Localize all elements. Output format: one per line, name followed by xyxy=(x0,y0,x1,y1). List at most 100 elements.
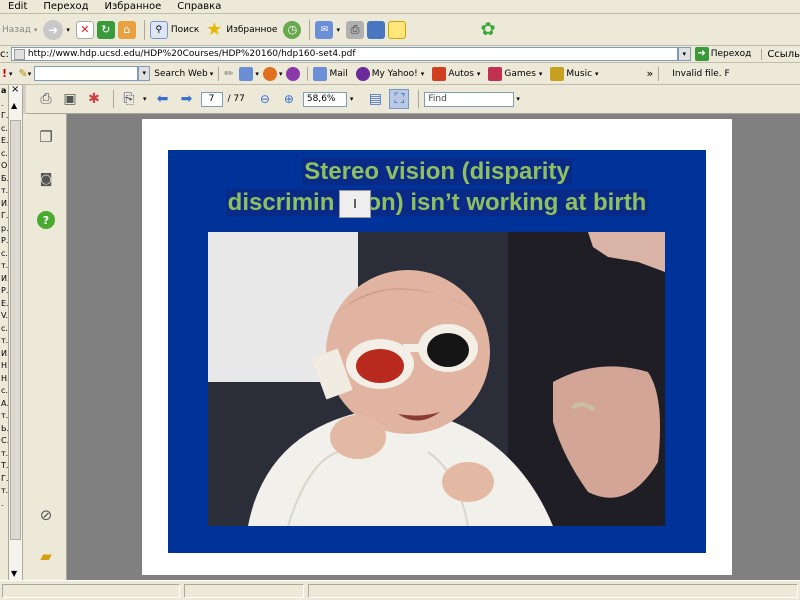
chevron-down-icon[interactable]: ▾ xyxy=(595,70,599,78)
chevron-down-icon[interactable]: ▾ xyxy=(143,95,147,103)
explorer-item[interactable]: Н. xyxy=(0,360,8,373)
weather-icon[interactable] xyxy=(262,66,277,81)
scroll-down-icon[interactable]: ▼ xyxy=(11,569,17,578)
go-button[interactable]: ➜ Переход xyxy=(694,47,751,61)
chevron-down-icon[interactable]: ▾ xyxy=(28,70,32,78)
zoom-in-icon[interactable]: ⊕ xyxy=(279,89,299,109)
search-web-input[interactable] xyxy=(34,66,139,81)
next-page-icon[interactable]: ➡ xyxy=(177,89,197,109)
print-icon[interactable]: ⎙ xyxy=(36,89,56,109)
explorer-item[interactable]: с. xyxy=(0,385,8,398)
chevron-down-icon[interactable]: ▾ xyxy=(539,70,543,78)
chevron-down-icon[interactable]: ▾ xyxy=(255,70,259,78)
explorer-item[interactable]: с. xyxy=(0,123,8,136)
chevron-down-icon[interactable]: ▾ xyxy=(421,70,425,78)
search-web-dropdown[interactable]: ▾ xyxy=(138,66,151,81)
history-icon[interactable]: ◷ xyxy=(283,20,302,39)
save-icon[interactable]: ▣ xyxy=(60,89,80,109)
document-viewport[interactable]: Stereo vision (disparity discrimin on) is… xyxy=(67,114,800,580)
explorer-item[interactable]: т. xyxy=(0,260,8,273)
chevron-down-icon[interactable]: ▾ xyxy=(336,26,340,34)
pages-icon[interactable]: ❐ xyxy=(37,128,55,146)
search-binoculars-icon[interactable]: ◙ xyxy=(37,170,55,188)
stop-icon[interactable]: ✕ xyxy=(75,20,94,39)
explorer-item[interactable]: И. xyxy=(0,273,8,286)
edit-icon[interactable] xyxy=(366,20,385,39)
scrollbar-thumb[interactable] xyxy=(10,120,21,540)
highlight-icon[interactable]: ✏ xyxy=(224,67,233,80)
find-input[interactable]: Find xyxy=(424,91,515,107)
explorer-item[interactable]: И. xyxy=(0,198,8,211)
explorer-item[interactable]: т. xyxy=(0,448,8,461)
explorer-item[interactable]: т. xyxy=(0,335,8,348)
link-games[interactable]: Games ▾ xyxy=(488,66,543,81)
comments-icon[interactable]: ▰ xyxy=(37,547,55,565)
explorer-item[interactable]: Т. xyxy=(0,460,8,473)
chevron-down-icon[interactable]: ▾ xyxy=(210,70,214,78)
zoom-level-select[interactable]: 58,6% xyxy=(302,91,347,107)
menu-item-help[interactable]: Справка xyxy=(169,1,229,12)
explorer-item[interactable]: Р. xyxy=(0,285,8,298)
explorer-item[interactable]: . xyxy=(0,498,8,511)
toolbar-overflow-icon[interactable]: » xyxy=(647,67,654,80)
explorer-item[interactable]: Ь. xyxy=(0,423,8,436)
explorer-item[interactable]: с. xyxy=(0,148,8,161)
home-icon[interactable]: ⌂ xyxy=(117,20,136,39)
chevron-down-icon[interactable]: ▾ xyxy=(516,95,520,103)
links-label[interactable]: Ссыль xyxy=(761,48,800,60)
mail-button[interactable]: ✉ ▾ xyxy=(315,20,340,39)
explorer-item[interactable]: А. xyxy=(0,398,8,411)
favorites-button[interactable]: ★ Избранное xyxy=(205,20,277,39)
link-my-yahoo[interactable]: My Yahoo! ▾ xyxy=(355,66,425,81)
explorer-item[interactable]: т. xyxy=(0,485,8,498)
explorer-item[interactable]: Н. xyxy=(0,373,8,386)
explorer-item[interactable]: т. xyxy=(0,410,8,423)
note-icon[interactable] xyxy=(387,20,406,39)
explorer-scrollbar[interactable]: × ▲ ▼ xyxy=(9,84,23,580)
explorer-item[interactable]: с. xyxy=(0,323,8,336)
chevron-down-icon[interactable]: ▾ xyxy=(279,70,283,78)
page-number-input[interactable]: 7 xyxy=(200,91,223,107)
menu-item-favorites[interactable]: Избранное xyxy=(97,1,170,12)
menu-item-edit[interactable]: Edit xyxy=(0,1,35,12)
address-dropdown-button[interactable]: ▾ xyxy=(677,47,691,61)
explorer-item[interactable]: Г. xyxy=(0,473,8,486)
explorer-item[interactable]: Е. xyxy=(0,135,8,148)
fit-page-icon[interactable]: ⛶ xyxy=(389,89,410,109)
explorer-item[interactable]: V. xyxy=(0,310,8,323)
explorer-item[interactable]: р. xyxy=(0,223,8,236)
print-icon[interactable]: ⎙ xyxy=(345,20,364,39)
pencil-icon[interactable]: ✎ xyxy=(19,67,28,80)
link-music[interactable]: Music ▾ xyxy=(550,66,599,81)
page-layout-icon[interactable] xyxy=(239,66,254,81)
zoom-out-icon[interactable]: ⊖ xyxy=(255,89,275,109)
antispy-icon[interactable] xyxy=(286,66,301,81)
refresh-icon[interactable]: ↻ xyxy=(96,20,115,39)
help-icon[interactable]: ? xyxy=(37,211,55,229)
explorer-item[interactable]: с. xyxy=(0,248,8,261)
back-button[interactable]: Назад ▾ xyxy=(2,25,37,35)
actual-size-icon[interactable]: ▤ xyxy=(365,89,385,109)
menu-item-go[interactable]: Переход xyxy=(35,1,96,12)
search-web-button[interactable]: Search Web xyxy=(154,69,207,79)
select-tool-icon[interactable]: ⎘ xyxy=(119,89,139,109)
explorer-item[interactable]: Е. xyxy=(0,298,8,311)
messenger-icon[interactable]: ✿ xyxy=(479,20,497,39)
attachment-icon[interactable]: ⊘ xyxy=(37,506,55,524)
chevron-down-icon[interactable]: ▾ xyxy=(9,70,13,78)
scroll-up-icon[interactable]: ▲ xyxy=(11,101,17,110)
explorer-item[interactable]: С. xyxy=(0,435,8,448)
chevron-down-icon[interactable]: ▾ xyxy=(477,70,481,78)
previous-page-icon[interactable]: ⬅ xyxy=(153,89,173,109)
link-mail[interactable]: Mail xyxy=(313,66,348,81)
explorer-item[interactable]: Г. xyxy=(0,110,8,123)
chevron-down-icon[interactable]: ▾ xyxy=(66,26,70,34)
search-button[interactable]: ⚲ Поиск xyxy=(149,20,199,39)
explorer-item[interactable]: . xyxy=(0,98,8,111)
adobe-star-icon[interactable]: ✱ xyxy=(84,89,104,109)
forward-button[interactable]: ➜ ▾ xyxy=(43,19,70,40)
explorer-item[interactable]: т. xyxy=(0,185,8,198)
chevron-down-icon[interactable]: ▾ xyxy=(350,95,354,103)
link-autos[interactable]: Autos ▾ xyxy=(432,66,481,81)
explorer-item[interactable]: Г. xyxy=(0,210,8,223)
